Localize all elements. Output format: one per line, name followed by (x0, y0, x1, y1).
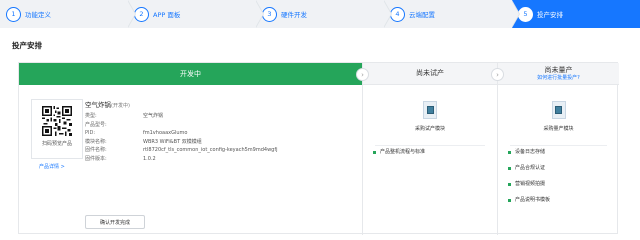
info-row: 类型: 空气炸锅 (85, 112, 278, 121)
trial-status-bar: 尚未试产 (363, 63, 497, 85)
step-function-definition[interactable]: 1 功能定义 (0, 0, 136, 28)
chevron-right-icon: › (491, 68, 504, 81)
bullet-icon (373, 150, 376, 154)
mass-production-help-link[interactable]: 如何进行批量投产? (537, 75, 580, 81)
trial-production-column: › 尚未试产 采购试产模块 产品整机流程与标准 (356, 63, 498, 235)
step-number: 1 (6, 6, 21, 22)
bullet-icon (508, 150, 511, 154)
divider (510, 145, 607, 146)
step-progress-bar: 1 功能定义 2 APP 面板 3 硬件开发 4 云端配置 5 投产安排 (0, 0, 640, 28)
task-item[interactable]: 产品合规认证 (508, 165, 550, 171)
trial-module-label: 采购试产模块 (414, 126, 445, 132)
qr-code-icon (42, 106, 72, 136)
production-board: 开发中 扫码预览产品 产品详情 > 空气炸锅(开发中) 类型: 空气炸锅 产品型… (18, 62, 619, 235)
step-number: 3 (262, 6, 277, 22)
info-value: rtl8720cf_tls_common_iot_config-keyach5m… (143, 147, 278, 153)
task-label: 设备日志存储 (515, 149, 546, 155)
confirm-development-done-button[interactable]: 确认开发完成 (85, 215, 145, 229)
task-label: 产品说明书模板 (515, 197, 551, 203)
step-label: 硬件开发 (281, 11, 307, 19)
mass-task-list: 设备日志存储 产品合规认证 营销视频拍摄 产品说明书模板 (508, 149, 550, 213)
info-value: WBR3 WiFi&BT 双模模组 (143, 138, 202, 145)
bullet-icon (508, 166, 511, 170)
info-key: 类型: (85, 113, 97, 119)
product-info: 空气炸锅(开发中) 类型: 空气炸锅 产品型号: PID: fm1vhoaaxGlu… (85, 99, 278, 163)
product-name: 空气炸锅 (85, 101, 111, 109)
step-label: 投产安排 (537, 11, 563, 19)
task-item[interactable]: 产品说明书模板 (508, 197, 550, 203)
product-detail-link[interactable]: 产品详情 > (39, 163, 65, 170)
chevron-right-icon: › (356, 68, 369, 81)
info-value: fm1vhoaaxGlumo (143, 130, 188, 136)
task-label: 产品合规认证 (515, 165, 546, 171)
step-number: 5 (518, 6, 533, 22)
development-status-bar: 开发中 (19, 63, 362, 85)
info-key: 模块名称: (85, 138, 107, 145)
bullet-icon (508, 198, 511, 202)
step-label: APP 面板 (153, 11, 181, 19)
step-hardware-development[interactable]: 3 硬件开发 (256, 0, 392, 28)
task-item[interactable]: 营销视频拍摄 (508, 181, 550, 187)
mass-production-column: › 尚未量产 如何进行批量投产? 采购量产模块 设备日志存储 产品合规认证 营销… (491, 63, 619, 235)
info-value: 空气炸锅 (143, 113, 164, 119)
step-production-arrangement[interactable]: 5 投产安排 (512, 0, 640, 28)
trial-module-card[interactable]: 采购试产模块 (363, 101, 497, 132)
info-row: 模块名称: WBR3 WiFi&BT 双模模组 (85, 138, 278, 147)
info-row: 固件版本: 1.0.2 (85, 155, 278, 164)
step-label: 功能定义 (25, 11, 51, 19)
task-label: 营销视频拍摄 (515, 181, 546, 187)
page-title: 投产安排 (12, 41, 42, 50)
product-name-line: 空气炸锅(开发中) (85, 99, 278, 109)
qr-label: 扫码预览产品 (41, 141, 72, 147)
module-chip-icon (423, 101, 437, 119)
info-key: 产品型号: (85, 121, 107, 128)
info-key: 固件名称: (85, 147, 107, 153)
trial-task-list: 产品整机流程与标准 (373, 149, 425, 165)
task-label: 产品整机流程与标准 (380, 149, 426, 155)
step-label: 云端配置 (409, 11, 435, 19)
step-number: 4 (390, 6, 405, 22)
step-number: 2 (134, 6, 149, 22)
task-item[interactable]: 产品整机流程与标准 (373, 149, 425, 155)
step-app-panel[interactable]: 2 APP 面板 (128, 0, 264, 28)
trial-status: 尚未试产 (416, 69, 444, 78)
mass-module-label: 采购量产模块 (543, 126, 574, 132)
development-column: 开发中 扫码预览产品 产品详情 > 空气炸锅(开发中) 类型: 空气炸锅 产品型… (19, 63, 363, 235)
task-item[interactable]: 设备日志存储 (508, 149, 550, 155)
step-cloud-config[interactable]: 4 云端配置 (384, 0, 520, 28)
info-key: PID: (85, 130, 96, 136)
module-chip-icon (551, 101, 566, 119)
qr-preview-card: 扫码预览产品 (31, 99, 83, 159)
info-row: 固件名称: rtl8720cf_tls_common_iot_config-key… (85, 146, 278, 155)
mass-module-card[interactable]: 采购量产模块 (498, 101, 619, 132)
info-row: PID: fm1vhoaaxGlumo (85, 129, 278, 138)
product-status-tag: (开发中) (111, 103, 130, 109)
mass-status: 尚未量产 (544, 66, 573, 75)
bullet-icon (508, 182, 511, 186)
info-row: 产品型号: (85, 121, 278, 130)
info-key: 固件版本: (85, 155, 107, 162)
info-value: 1.0.2 (143, 155, 156, 162)
divider (375, 145, 485, 146)
mass-status-bar: 尚未量产 如何进行批量投产? (498, 63, 619, 85)
